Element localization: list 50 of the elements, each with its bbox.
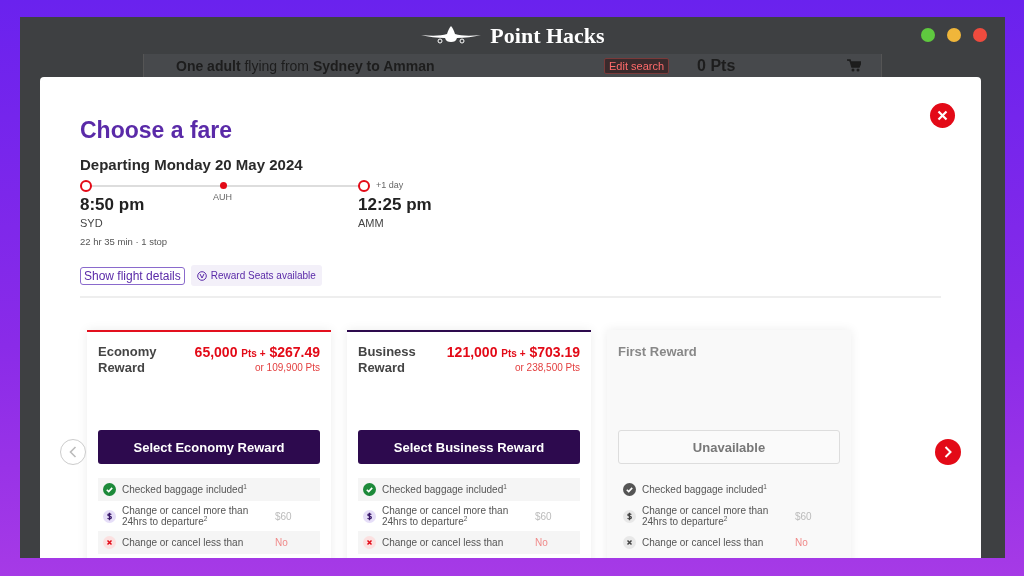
arrival-airport: AMM: [358, 217, 384, 229]
day-offset: +1 day: [376, 180, 404, 190]
maximize-button[interactable]: [921, 28, 935, 42]
departure-marker: [80, 180, 92, 192]
feature-text: Change or cancel more than 24hrs to departure$^{2}$: [382, 505, 510, 527]
fare-name: Economy Reward: [98, 344, 158, 377]
stop-marker: [220, 182, 227, 189]
chevron-left-icon: [69, 446, 77, 458]
fare-name: Business Reward: [358, 344, 417, 377]
unavailable-button[interactable]: Unavailable: [618, 430, 840, 464]
next-button[interactable]: [935, 439, 961, 465]
feature-text: Change or cancel less than: [642, 537, 765, 548]
feature-text: Change or cancel more than 24hrs to departure$^{2}$: [122, 505, 250, 527]
feature-value: No: [795, 537, 808, 548]
flight-duration: 22 hr 35 min · 1 stop: [80, 236, 168, 247]
fare-name: First Reward: [618, 344, 698, 361]
feature-text: Change or cancel less than: [382, 537, 505, 548]
flight-details-button[interactable]: Show flight details: [80, 266, 185, 285]
feature-value: No: [275, 537, 288, 548]
feature-text: Checked baggage included$^{1}$: [382, 484, 508, 495]
reward-seats-label: Reward Seats available: [210, 270, 316, 281]
feature-text: Change or cancel less than: [122, 537, 245, 548]
fare-price: 65,000 Pts + $267.49: [194, 344, 320, 360]
dialog-title: Choose a fare: [80, 117, 234, 144]
fare-price: 121,000 Pts + $703.19: [446, 344, 580, 360]
points-only-price: or 109,900 Pts: [254, 362, 320, 373]
departure-time: 8:50 pm: [80, 195, 145, 215]
departure-airport: SYD: [80, 217, 103, 229]
feature-value: $60: [535, 510, 552, 522]
feature-text: Checked baggage included$^{1}$: [122, 484, 248, 495]
minimize-button[interactable]: [947, 28, 961, 42]
edit-search-button[interactable]: Edit search: [604, 57, 670, 74]
chevron-right-icon: [944, 446, 952, 458]
feature-value: $60: [275, 510, 292, 522]
brand-name: Point Hacks: [490, 22, 605, 49]
feature-value: $60: [795, 510, 812, 522]
departure-date: Departing Monday 20 May 2024: [80, 156, 304, 173]
feature-text: Checked baggage included$^{1}$: [642, 484, 768, 495]
close-icon: [937, 110, 948, 121]
points-only-price: or 238,500 Pts: [514, 362, 580, 373]
arrival-marker: [358, 180, 370, 192]
feature-text: Change or cancel more than 24hrs to departure$^{2}$: [642, 505, 770, 527]
close-button[interactable]: [973, 28, 987, 42]
reward-icon: [196, 270, 207, 281]
feature-value: No: [535, 537, 548, 548]
arrival-time: 12:25 pm: [358, 195, 432, 215]
stop-code: AUH: [213, 192, 232, 202]
close-button[interactable]: [930, 103, 955, 128]
select-fare-button[interactable]: Select Business Reward: [358, 430, 580, 464]
select-fare-button[interactable]: Select Economy Reward: [98, 430, 320, 464]
